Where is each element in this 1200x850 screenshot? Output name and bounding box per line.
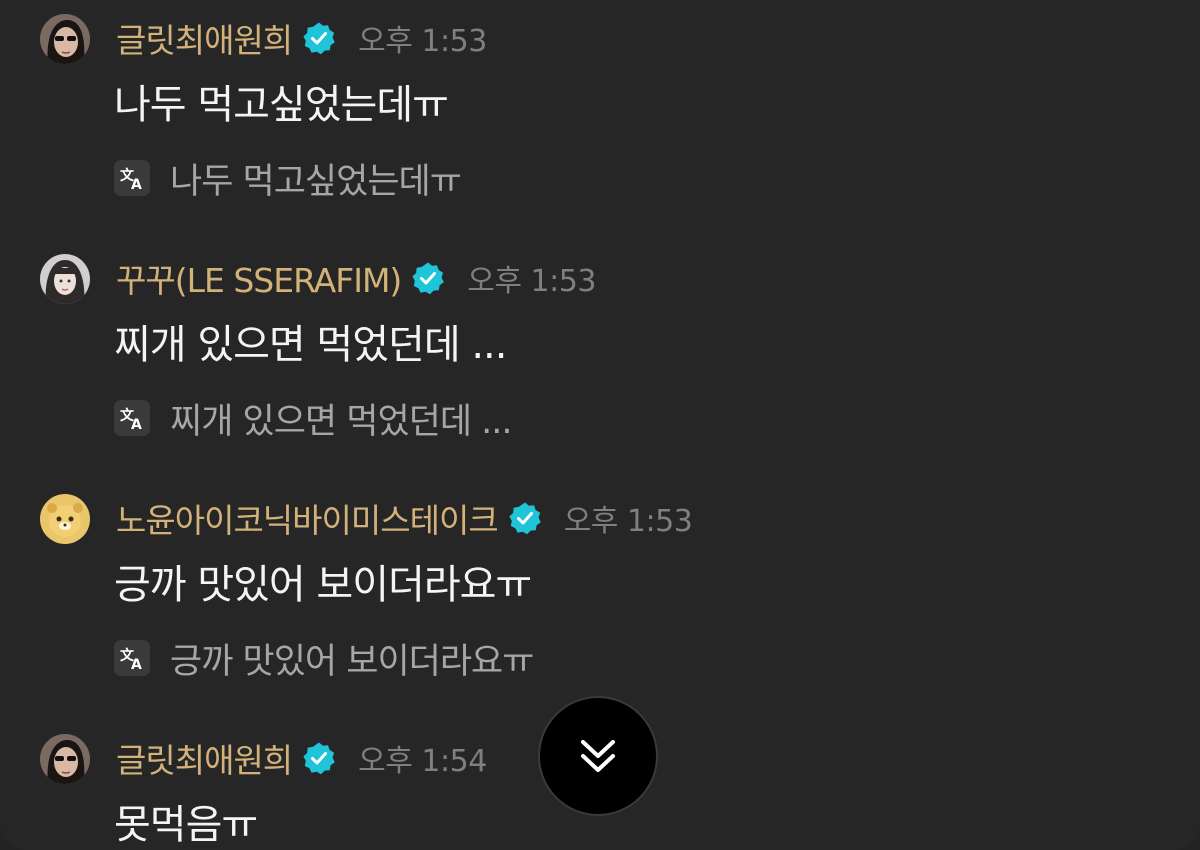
message-header: 꾸꾸(LE SSERAFIM) 오후 1:53 <box>116 252 596 304</box>
sender-name[interactable]: 노윤아이코닉바이미스테이크 <box>116 494 499 542</box>
svg-text:A: A <box>131 177 142 193</box>
verified-badge-icon <box>508 501 542 535</box>
translate-icon[interactable]: 文 A <box>114 160 150 196</box>
message-text: 긍까 맛있어 보이더라요ㅠ <box>114 562 532 608</box>
translated-text: 나두 먹고싶었는데ㅠ <box>170 161 462 202</box>
translated-text: 긍까 맛있어 보이더라요ㅠ <box>170 641 534 682</box>
verified-badge-icon <box>411 261 445 295</box>
double-chevron-down-icon <box>581 740 615 772</box>
translate-icon[interactable]: 文 A <box>114 400 150 436</box>
user-avatar[interactable] <box>40 734 90 784</box>
message-header: 글릿최애원희 오후 1:53 <box>116 12 487 64</box>
translated-text: 찌개 있으면 먹었던데 ... <box>170 401 513 442</box>
sender-name[interactable]: 꾸꾸(LE SSERAFIM) <box>116 254 402 302</box>
message-text: 나두 먹고싶었는데ㅠ <box>114 82 449 128</box>
svg-text:A: A <box>131 657 142 673</box>
sender-name[interactable]: 글릿최애원희 <box>116 14 293 62</box>
translation-row[interactable]: 文 A 찌개 있으면 먹었던데 ... <box>114 398 513 442</box>
message-header: 노윤아이코닉바이미스테이크 오후 1:53 <box>116 492 693 544</box>
message-timestamp: 오후 1:54 <box>358 744 487 779</box>
message-text: 찌개 있으면 먹었던데 ... <box>114 322 507 368</box>
user-avatar[interactable] <box>40 254 90 304</box>
message-timestamp: 오후 1:53 <box>467 264 596 299</box>
user-avatar[interactable] <box>40 494 90 544</box>
message-header: 글릿최애원희 오후 1:54 <box>116 732 487 784</box>
translate-icon[interactable]: 文 A <box>114 640 150 676</box>
translation-row[interactable]: 文 A 나두 먹고싶었는데ㅠ <box>114 158 462 202</box>
verified-badge-icon <box>302 21 336 55</box>
verified-badge-icon <box>302 741 336 775</box>
message-timestamp: 오후 1:53 <box>563 504 693 539</box>
chat-screen: 글릿최애원희 오후 1:53 나두 먹고싶었는데ㅠ 文 A 나두 먹고싶었는데ㅠ <box>0 0 1200 850</box>
message-timestamp: 오후 1:53 <box>358 24 487 59</box>
svg-text:A: A <box>131 417 142 433</box>
translation-row[interactable]: 文 A 긍까 맛있어 보이더라요ㅠ <box>114 638 534 682</box>
scroll-to-bottom-button[interactable] <box>540 698 656 814</box>
message-text: 못먹음ㅠ <box>114 802 258 848</box>
user-avatar[interactable] <box>40 14 90 64</box>
sender-name[interactable]: 글릿최애원희 <box>116 734 293 782</box>
